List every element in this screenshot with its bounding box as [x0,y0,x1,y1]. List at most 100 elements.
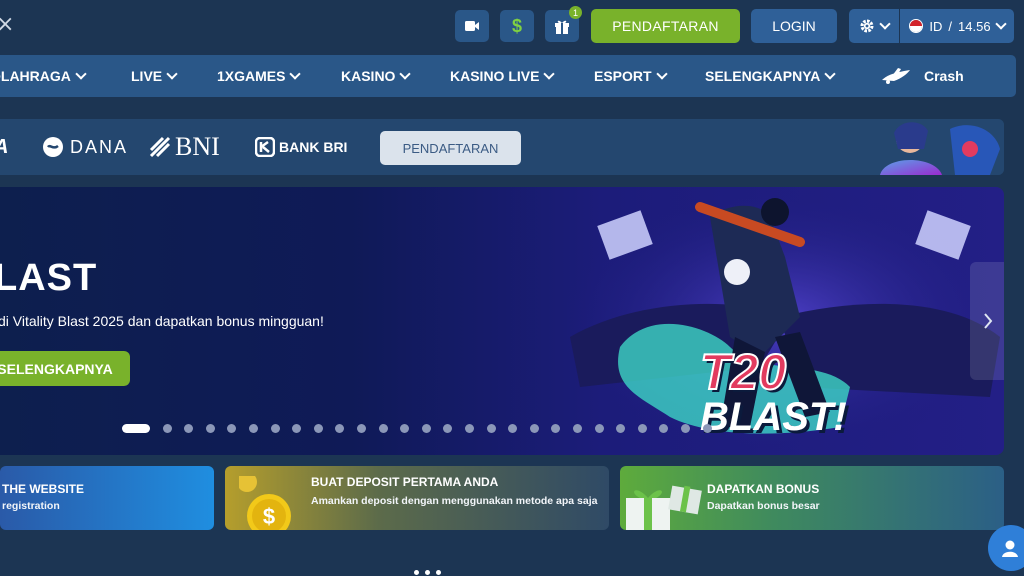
carousel-dot[interactable] [594,424,604,433]
carousel-dot[interactable] [335,424,345,433]
promo-subtitle: Dapatkan bonus besar [707,500,820,512]
nav-item-selengkapnya[interactable]: SELENGKAPNYA [705,55,837,97]
coin-icon: $ [239,476,291,530]
carousel-next-button[interactable] [970,262,1004,380]
nav-item-1xgames[interactable]: 1XGAMES [217,55,302,97]
carousel-dot[interactable] [465,424,474,433]
payment-logo-bni: BNI [149,119,220,175]
chevron-down-icon [994,18,1007,30]
chevron-down-icon [289,68,302,80]
promo-character-image [870,119,1004,175]
carousel-dot[interactable] [205,424,215,433]
user-support-icon [1002,540,1018,557]
bri-icon [255,137,275,157]
carousel-dot[interactable] [249,424,258,433]
dollar-icon: $ [511,15,522,36]
lang-separator: / [948,18,953,34]
payment-methods-strip: A DANA BNI BANK BRI PENDAFTARAN [0,119,1004,175]
carousel-dot[interactable] [529,424,539,433]
promo-title: DAPATKAN BONUS [707,482,820,496]
carousel-dot[interactable] [292,424,302,433]
nav-item-esport[interactable]: ESPORT [594,55,668,97]
carousel-dot[interactable] [357,424,366,433]
language-code: ID [929,18,943,34]
nav-item-label: ESPORT [594,68,652,84]
nav-item-label: OLAHRAGA [0,68,71,84]
carousel-dot[interactable] [702,424,712,433]
banner-title: LAST [0,257,98,299]
gear-icon [860,19,874,33]
nav-item-label: Crash [924,68,964,84]
carousel-dot[interactable] [313,424,323,433]
promo-subtitle: registration [2,500,60,512]
support-chat-button[interactable] [988,525,1024,571]
hero-banner[interactable]: T20 BLAST! LAST di Vitality Blast 2025 d… [0,187,1004,455]
carousel-dot[interactable] [637,424,647,433]
chevron-down-icon [399,68,412,80]
language-selector[interactable]: ID / 14.56 [900,9,1014,43]
indonesia-flag-icon [909,19,924,33]
carousel-dot[interactable] [508,424,518,433]
register-button-secondary[interactable]: PENDAFTARAN [380,131,521,165]
deposit-button[interactable]: $ [500,10,534,42]
dana-icon [43,137,63,157]
t20-blast-logo: T20 BLAST! [699,344,847,439]
gift-icon [555,20,569,34]
chevron-right-icon [984,313,993,329]
promo-subtitle: Amankan deposit dengan menggunakan metod… [311,495,598,507]
bni-icon [149,136,171,158]
register-button[interactable]: PENDAFTARAN [591,9,740,43]
payment-logo-bri: BANK BRI [255,119,347,175]
chevron-down-icon [655,68,668,80]
nav-item-label: KASINO [341,68,396,84]
chevron-down-icon [75,68,87,80]
nav-item-crash[interactable]: Crash [880,55,964,97]
banner-subtitle: di Vitality Blast 2025 dan dapatkan bonu… [0,313,324,329]
payment-logo-dana: DANA [42,119,128,175]
chevron-down-icon [879,18,891,30]
nav-item-label: 1XGAMES [217,68,286,84]
nav-item-label: SELENGKAPNYA [705,68,821,84]
nav-item-label: KASINO LIVE [450,68,540,84]
chevron-down-icon [824,68,837,80]
close-icon[interactable]: × [0,12,14,37]
nav-item-kasino-live[interactable]: KASINO LIVE [450,55,556,97]
carousel-dot[interactable] [270,424,280,433]
main-nav: OLAHRAGA LIVE 1XGAMES KASINO KASINO LIVE… [0,55,1016,97]
promo-card-bonus[interactable]: DAPATKAN BONUS Dapatkan bonus besar [620,466,1004,530]
nav-item-olahraga[interactable]: OLAHRAGA [0,55,87,97]
chevron-down-icon [166,68,178,80]
promo-title: THE WEBSITE [2,482,85,496]
carousel-dot[interactable] [421,424,431,433]
settings-button[interactable] [849,9,899,43]
clock-time: 14.56 [958,18,991,34]
plane-icon [882,68,910,84]
top-bar: × $ 1 PENDAFTARAN LOGIN ID / 14.56 [0,0,1024,52]
carousel-dot[interactable] [122,424,150,433]
carousel-dot[interactable] [573,424,582,433]
video-button[interactable] [455,10,489,42]
nav-item-label: LIVE [131,68,163,84]
gift-badge: 1 [569,6,582,19]
gift-button[interactable]: 1 [545,6,582,42]
carousel-dot[interactable] [681,424,690,433]
section-pager [414,570,441,575]
carousel-dot[interactable] [378,424,388,433]
carousel-dot[interactable] [486,424,496,433]
carousel-dot[interactable] [184,424,194,433]
video-icon [465,21,479,31]
promo-title: BUAT DEPOSIT PERTAMA ANDA [311,475,499,489]
carousel-dot[interactable] [443,424,453,433]
nav-item-kasino[interactable]: KASINO [341,55,412,97]
gift-box-icon [626,485,702,530]
carousel-dot[interactable] [162,424,172,433]
carousel-dot[interactable] [400,424,410,433]
nav-item-live[interactable]: LIVE [131,55,178,97]
promo-card-website[interactable]: THE WEBSITE registration [0,466,214,530]
banner-more-button[interactable]: SELENGKAPNYA [0,351,130,386]
svg-text:$: $ [263,504,275,529]
login-button[interactable]: LOGIN [751,9,837,43]
promo-card-deposit[interactable]: $ BUAT DEPOSIT PERTAMA ANDA Amankan depo… [225,466,609,530]
carousel-dot[interactable] [227,424,237,433]
payment-logo-partial: A [0,119,8,175]
